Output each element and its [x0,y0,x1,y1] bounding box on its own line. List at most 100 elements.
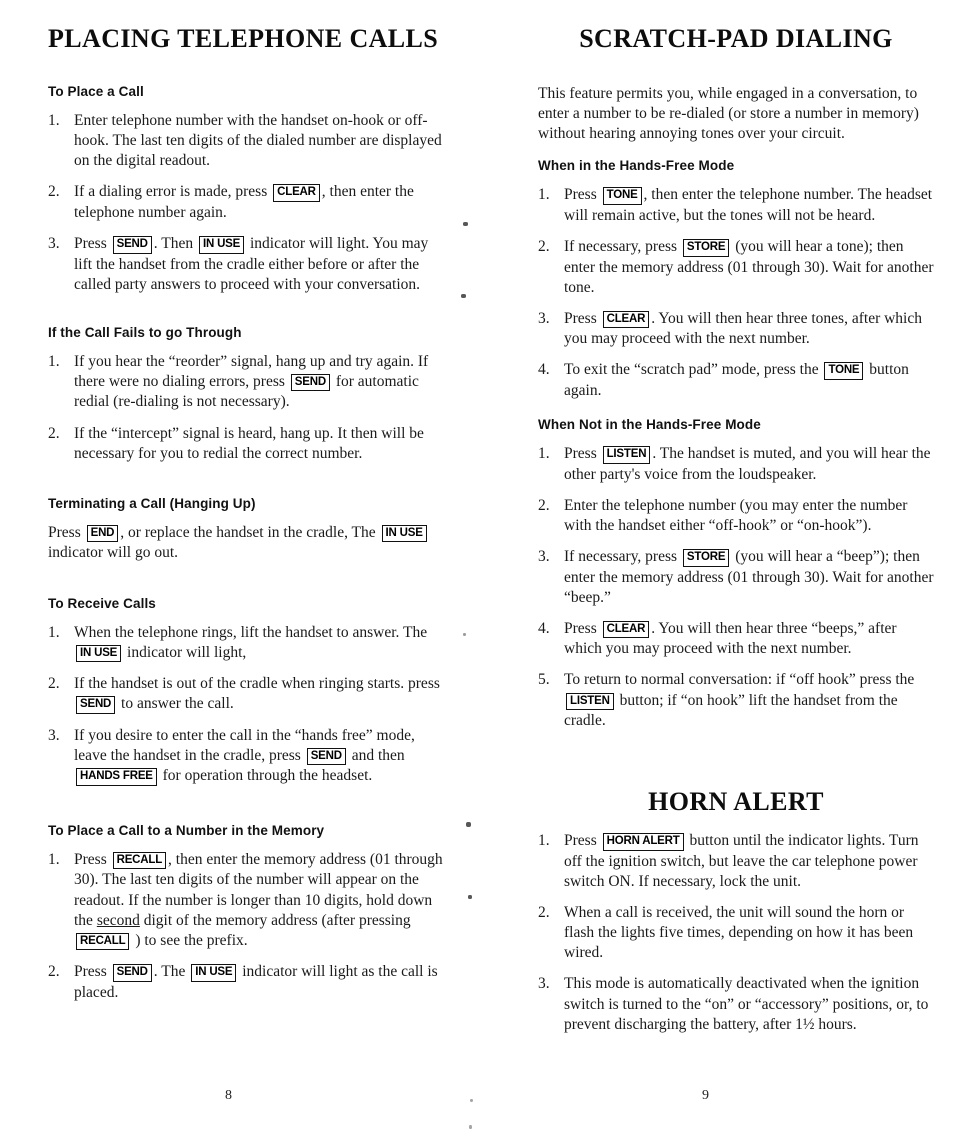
step-number: 1. [538,832,550,850]
step-number: 4. [538,619,550,637]
scan-speck [469,1125,472,1129]
scan-speck [463,222,468,226]
step-text: Press CLEAR. You will then hear three to… [564,309,922,348]
button-label-clear: CLEAR [602,620,650,639]
step-item: 1. If you hear the “reorder” signal, hang… [48,352,448,413]
button-label-listen: LISTEN [602,446,651,464]
emphasis-text: second [96,911,140,929]
heading-when-in-hands-free-mode: When in the Hands-Free Mode [538,158,735,174]
step-number: 1. [538,186,550,204]
step-number: 1. [538,445,550,463]
step-item: 1. Press HORN ALERT button until the indi… [538,831,934,892]
right-page-column: SCRATCH-PAD DIALING This feature permits… [538,0,934,1035]
steps-hands-free-mode: 1. Press TONE, then enter the telephone n… [538,185,934,401]
step-text: If the “intercept” signal is heard, hang… [74,424,424,462]
paragraph-terminating-a-call: Press END, or replace the handset in the… [48,523,448,564]
scan-speck [463,633,466,636]
steps-to-receive-calls: 1. When the telephone rings, lift the han… [48,623,448,787]
page-number-right: 9 [702,1088,709,1103]
step-text: Enter the telephone number (you may ente… [564,496,908,534]
step-item: 2. If a dialing error is made, press CLEA… [48,182,448,223]
button-label-tone: TONE [824,362,864,380]
step-item: 1. Press LISTEN. The handset is muted, an… [538,444,934,485]
button-label-end: END [86,524,119,543]
heading-if-the-call-fails: If the Call Fails to go Through [48,324,242,340]
step-text: Press RECALL, then enter the memory addr… [74,850,443,951]
step-item: 1. When the telephone rings, lift the han… [48,623,448,664]
step-text: If you hear the “reorder” signal, hang u… [74,352,429,411]
step-text: To exit the “scratch pad” mode, press th… [564,361,909,399]
page-title-placing-telephone-calls: PLACING TELEPHONE CALLS [48,24,439,53]
scan-speck [470,1099,473,1102]
step-item: 3. If you desire to enter the call in the… [48,726,448,787]
button-label-hands-free: HANDS FREE [76,768,157,786]
button-label-send: SEND [290,373,330,392]
button-label-in-use: IN USE [381,524,427,543]
step-text: Enter telephone number with the handset … [74,112,442,170]
step-text: Press SEND. The IN USE indicator will li… [74,963,438,1001]
step-number: 1. [48,623,60,641]
button-label-in-use: IN USE [191,964,237,982]
step-number: 2. [538,496,550,514]
step-number: 2. [48,424,60,442]
button-label-clear: CLEAR [602,310,650,329]
step-number: 1. [48,352,60,370]
step-item: 3. If necessary, press STORE (you will he… [538,547,934,608]
button-label-store: STORE [682,549,730,567]
step-item: 2. If necessary, press STORE (you will he… [538,237,934,298]
button-label-send: SEND [76,696,116,714]
page-number-left: 8 [225,1088,232,1103]
button-label-send: SEND [112,236,152,254]
paragraph-scratch-pad-intro: This feature permits you, while engaged … [538,85,919,143]
steps-horn-alert: 1. Press HORN ALERT button until the indi… [538,831,934,1035]
step-number: 5. [538,671,550,689]
step-item: 2. Press SEND. The IN USE indicator will … [48,962,448,1003]
step-item: 1. Press TONE, then enter the telephone n… [538,185,934,226]
step-number: 2. [538,238,550,256]
step-number: 3. [538,309,550,327]
button-label-horn-alert: HORN ALERT [602,833,684,851]
button-label-clear: CLEAR [273,184,320,202]
button-label-listen: LISTEN [566,692,614,711]
scan-speck [468,895,472,899]
step-number: 3. [538,548,550,566]
step-item: 2. If the “intercept” signal is heard, ha… [48,424,448,464]
step-text: If necessary, press STORE (you will hear… [564,238,934,296]
step-text: This mode is automatically deactivated w… [564,975,929,1033]
step-text: When the telephone rings, lift the hands… [74,623,428,663]
step-text: To return to normal conversation: if “of… [564,671,915,730]
step-text: Press SEND. Then IN USE indicator will l… [74,235,429,293]
step-text: Press CLEAR. You will then hear three “b… [564,619,897,658]
step-item: 4. Press CLEAR. You will then hear three … [538,619,934,660]
button-label-tone: TONE [602,187,642,205]
steps-memory-dial: 1. Press RECALL, then enter the memory ad… [48,850,448,1003]
step-number: 3. [538,975,550,993]
step-item: 3. Press CLEAR. You will then hear three … [538,309,934,350]
left-page-column: PLACING TELEPHONE CALLS To Place a Call … [48,0,448,1003]
step-item: 1. Press RECALL, then enter the memory ad… [48,850,448,951]
step-text: If a dialing error is made, press CLEAR,… [74,183,414,221]
heading-terminating-a-call: Terminating a Call (Hanging Up) [48,495,256,511]
step-text: Press TONE, then enter the telephone num… [564,186,933,224]
step-text: Press HORN ALERT button until the indica… [564,832,919,890]
button-label-send: SEND [112,964,152,982]
steps-if-the-call-fails: 1. If you hear the “reorder” signal, hang… [48,352,448,464]
heading-to-place-a-call-to-a-number-in-memory: To Place a Call to a Number in the Memor… [48,822,325,838]
step-number: 2. [48,963,60,981]
step-text: If the handset is out of the cradle when… [74,675,440,714]
step-number: 2. [48,183,60,201]
button-label-in-use: IN USE [76,644,122,663]
button-label-send: SEND [306,747,346,766]
step-number: 3. [48,235,60,253]
step-item: 3. This mode is automatically deactivated… [538,974,934,1034]
step-number: 4. [538,361,550,379]
button-label-store: STORE [682,239,730,257]
steps-not-hands-free-mode: 1. Press LISTEN. The handset is muted, an… [538,444,934,731]
step-item: 5. To return to normal conversation: if “… [538,670,934,731]
button-label-in-use: IN USE [198,236,245,254]
scan-speck [461,294,466,298]
step-number: 3. [48,726,60,744]
step-text: If you desire to enter the call in the “… [74,726,415,786]
scan-speck [466,822,471,827]
page-title-scratch-pad-dialing: SCRATCH-PAD DIALING [579,24,893,53]
